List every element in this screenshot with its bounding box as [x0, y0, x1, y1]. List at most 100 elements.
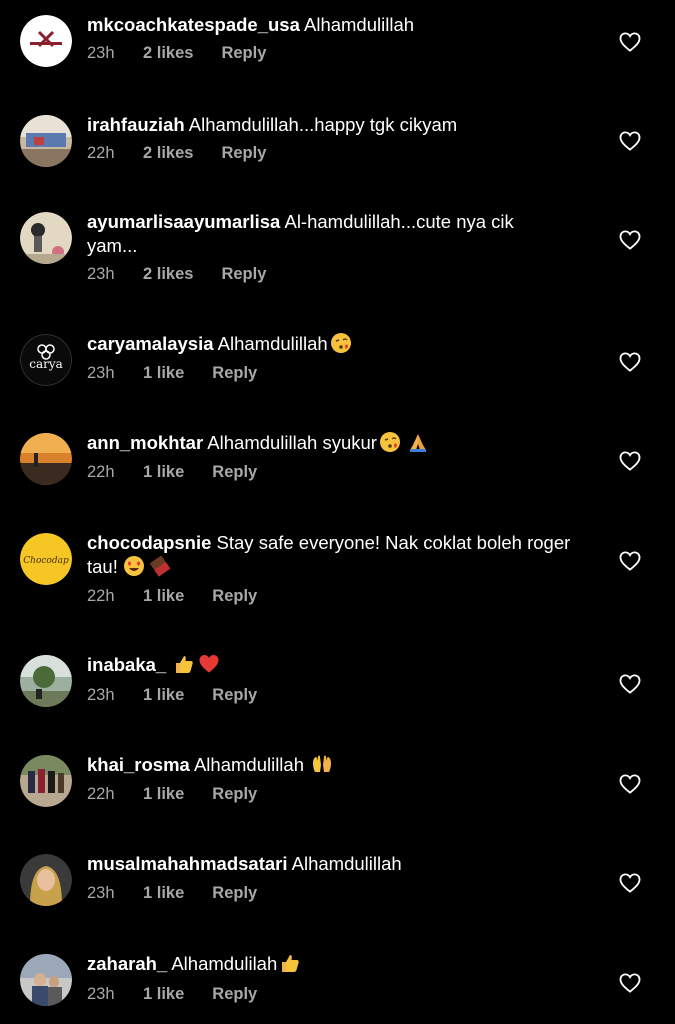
comment-body: Alhamdulillah: [189, 754, 310, 775]
username-link[interactable]: irahfauziah: [87, 114, 185, 135]
timestamp: 22h: [87, 785, 115, 803]
avatar-image: [20, 755, 72, 807]
avatar-image: [20, 115, 72, 167]
avatar-image: [20, 854, 72, 906]
avatar[interactable]: [20, 854, 72, 906]
likes-count[interactable]: 1 like: [143, 463, 184, 482]
timestamp: 22h: [87, 144, 115, 162]
comment-meta: 22h 1 like Reply: [87, 587, 257, 606]
comment-meta: 22h 1 like Reply: [87, 785, 257, 804]
username-link[interactable]: mkcoachkatespade_usa: [87, 14, 300, 35]
like-heart-icon[interactable]: [619, 774, 641, 794]
like-heart-icon[interactable]: [619, 32, 641, 52]
comment-text: ann_mokhtar Alhamdulillah syukur: [87, 431, 587, 455]
username-link[interactable]: khai_rosma: [87, 754, 190, 775]
username-link[interactable]: chocodapsnie: [87, 532, 211, 553]
comment-text: chocodapsnie Stay safe everyone! Nak cok…: [87, 531, 582, 579]
likes-count[interactable]: 2 likes: [143, 144, 193, 163]
avatar[interactable]: [20, 115, 72, 167]
timestamp: 23h: [87, 265, 115, 283]
like-heart-icon[interactable]: [619, 451, 641, 471]
avatar[interactable]: [20, 655, 72, 707]
comment-text: irahfauziah Alhamdulillah...happy tgk ci…: [87, 113, 587, 137]
likes-count[interactable]: 1 like: [143, 785, 184, 804]
like-heart-icon[interactable]: [619, 352, 641, 372]
comment-text: khai_rosma Alhamdulillah: [87, 753, 587, 777]
reply-button[interactable]: Reply: [212, 463, 257, 482]
praying-hands-emoji: [409, 434, 426, 452]
like-heart-icon[interactable]: [619, 973, 641, 993]
avatar[interactable]: carya: [20, 334, 72, 386]
comment-body: [166, 654, 171, 675]
timestamp: 22h: [87, 463, 115, 481]
likes-count[interactable]: 2 likes: [143, 265, 193, 284]
avatar[interactable]: Chocodap: [20, 533, 72, 585]
comment-meta: 23h 2 likes Reply: [87, 44, 266, 63]
avatar[interactable]: [20, 15, 72, 67]
likes-count[interactable]: 2 likes: [143, 44, 193, 63]
likes-count[interactable]: 1 like: [143, 364, 184, 383]
like-heart-icon[interactable]: [619, 873, 641, 893]
reply-button[interactable]: Reply: [212, 364, 257, 383]
like-heart-icon[interactable]: [619, 551, 641, 571]
likes-count[interactable]: 1 like: [143, 985, 184, 1004]
heart-eyes-emoji: [123, 556, 144, 576]
avatar-image: carya: [20, 334, 72, 386]
comment-text: zaharah_ Alhamdulilah: [87, 952, 587, 976]
reply-button[interactable]: Reply: [212, 884, 257, 903]
red-heart-emoji: [199, 655, 219, 673]
avatar-image: [20, 655, 72, 707]
comment-meta: 23h 1 like Reply: [87, 985, 257, 1004]
reply-button[interactable]: Reply: [221, 265, 266, 284]
comment-body: Alhamdulillah: [299, 14, 415, 35]
likes-count[interactable]: 1 like: [143, 884, 184, 903]
likes-count[interactable]: 1 like: [143, 686, 184, 705]
username-link[interactable]: inabaka_: [87, 654, 166, 675]
likes-count[interactable]: 1 like: [143, 587, 184, 606]
username-link[interactable]: ayumarlisaayumarlisa: [87, 211, 280, 232]
kissing-heart-emoji: [330, 333, 351, 353]
timestamp: 23h: [87, 364, 115, 382]
avatar-image: [20, 212, 72, 264]
avatar[interactable]: [20, 212, 72, 264]
avatar[interactable]: [20, 433, 72, 485]
avatar[interactable]: [20, 755, 72, 807]
comment-text: ayumarlisaayumarlisa Al-hamdulillah...cu…: [87, 210, 567, 258]
timestamp: 23h: [87, 686, 115, 704]
thumbs-up-emoji: [282, 955, 299, 972]
username-link[interactable]: caryamalaysia: [87, 333, 214, 354]
avatar-image: [20, 954, 72, 1006]
comment-body: Alhamdulillah syukur: [203, 432, 377, 453]
username-link[interactable]: ann_mokhtar: [87, 432, 203, 453]
comment-list: mkcoachkatespade_usa Alhamdulillah 23h 2 …: [0, 0, 675, 1024]
avatar-image: [20, 15, 72, 67]
like-heart-icon[interactable]: [619, 230, 641, 250]
svg-text:carya: carya: [29, 357, 63, 371]
comment-text: mkcoachkatespade_usa Alhamdulillah: [87, 13, 587, 37]
reply-button[interactable]: Reply: [221, 144, 266, 163]
reply-button[interactable]: Reply: [212, 785, 257, 804]
comment-body: Alhamdulillah: [287, 853, 402, 874]
comment-meta: 23h 1 like Reply: [87, 364, 257, 383]
avatar-image: Chocodap: [20, 533, 72, 585]
avatar-image: [20, 433, 72, 485]
like-heart-icon[interactable]: [619, 674, 641, 694]
comment-body: Alhamdulillah...happy tgk cikyam: [184, 114, 458, 135]
reply-button[interactable]: Reply: [221, 44, 266, 63]
comment-meta: 22h 2 likes Reply: [87, 144, 266, 163]
comment-meta: 22h 1 like Reply: [87, 463, 257, 482]
thumbs-up-emoji: [176, 656, 194, 673]
comment-meta: 23h 1 like Reply: [87, 884, 257, 903]
comment-text: inabaka_: [87, 653, 587, 677]
reply-button[interactable]: Reply: [212, 686, 257, 705]
reply-button[interactable]: Reply: [212, 985, 257, 1004]
comment-meta: 23h 1 like Reply: [87, 686, 257, 705]
svg-text:Chocodap: Chocodap: [23, 556, 69, 566]
timestamp: 23h: [87, 985, 115, 1003]
username-link[interactable]: musalmahahmadsatari: [87, 853, 288, 874]
reply-button[interactable]: Reply: [212, 587, 257, 606]
kissing-heart-emoji: [379, 432, 400, 452]
like-heart-icon[interactable]: [619, 131, 641, 151]
username-link[interactable]: zaharah_: [87, 953, 167, 974]
avatar[interactable]: [20, 954, 72, 1006]
